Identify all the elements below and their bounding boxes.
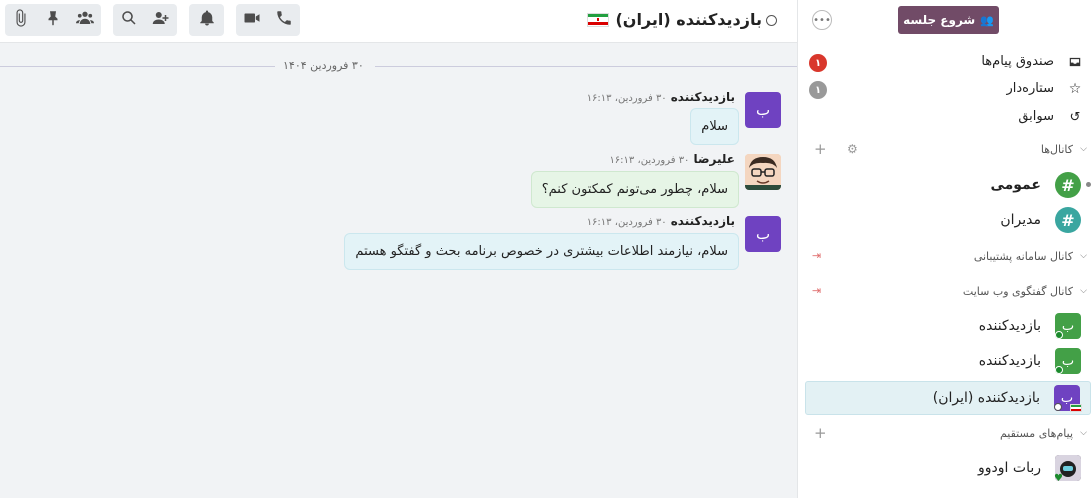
call-button-group	[236, 4, 300, 36]
category-label: کانال گفتگوی وب سایت	[962, 285, 1073, 298]
livechat-item-active[interactable]: ب بازدیدکننده (ایران)	[805, 381, 1091, 415]
category-label: کانال سامانه پشتیبانی	[973, 250, 1073, 263]
iran-flag-icon	[587, 12, 610, 27]
leave-icon[interactable]: ⇥	[812, 249, 821, 262]
start-meeting-button[interactable]: 👥 شروع جلسه	[898, 6, 999, 34]
heart-status-icon: ♥	[1054, 473, 1063, 484]
start-meeting-label: شروع جلسه	[903, 13, 976, 27]
message-author: علیرضا۳۰ فروردین، ۱۶:۱۳	[609, 152, 735, 166]
sidebar: ••• 👥 شروع جلسه صندوق پیام‌ها ۱ ☆ ستاره‌…	[797, 0, 1091, 498]
author-name: بازدیدکننده	[670, 90, 735, 104]
offline-status-icon	[1054, 403, 1062, 411]
notifications-button[interactable]	[189, 4, 224, 36]
gear-icon[interactable]: ⚙	[847, 142, 858, 156]
category-website-chat[interactable]: ⌵ کانال گفتگوی وب سایت ⇥	[797, 284, 1091, 299]
misc-button-group	[5, 4, 101, 36]
channel-hash-icon: #	[1055, 207, 1081, 233]
channel-label: عمومی	[990, 177, 1041, 193]
message: علیرضا۳۰ فروردین، ۱۶:۱۳ سلام، چطور می‌تو…	[181, 152, 781, 212]
unread-counter-badge: ۱	[809, 54, 827, 72]
chat-area: بازدیدکننده (ایران) ۳۰ فروردین ۱۴۰۴ ب با…	[0, 0, 797, 498]
date-separator: ۳۰ فروردین ۱۴۰۴	[0, 59, 797, 72]
leave-icon[interactable]: ⇥	[812, 284, 821, 297]
thread-header: بازدیدکننده (ایران)	[0, 0, 797, 43]
star-icon: ☆	[1068, 81, 1082, 97]
livechat-label: بازدیدکننده	[978, 353, 1041, 369]
online-status-icon	[1055, 331, 1063, 339]
group-icon: 👥	[980, 13, 994, 27]
history-icon: ↺	[1069, 109, 1081, 125]
message: ب بازدیدکننده۳۰ فروردین، ۱۶:۱۳ سلام، نیا…	[181, 214, 781, 274]
date-separator-label: ۳۰ فروردین ۱۴۰۴	[283, 59, 364, 72]
chevron-down-icon: ⌵	[1080, 286, 1087, 296]
livechat-label: بازدیدکننده	[978, 318, 1041, 334]
attachments-icon[interactable]	[12, 9, 30, 31]
starred-counter-badge: ۱	[809, 81, 827, 99]
livechat-label: بازدیدکننده (ایران)	[932, 390, 1040, 406]
unread-dot	[1086, 182, 1091, 187]
category-label: کانال‌ها	[1040, 143, 1073, 156]
agent-avatar	[745, 154, 781, 190]
chevron-down-icon: ⌵	[1080, 428, 1087, 438]
add-users-icon[interactable]	[152, 9, 170, 31]
more-options-icon[interactable]: •••	[812, 10, 832, 30]
pinned-icon[interactable]	[44, 9, 62, 31]
video-call-icon[interactable]	[243, 9, 261, 31]
dm-item-odoobot[interactable]: ♥ ربات اودوو	[797, 452, 1091, 486]
sidebar-item-label: صندوق پیام‌ها	[981, 54, 1054, 69]
message-bubble: سلام، نیازمند اطلاعات بیشتری در خصوص برن…	[344, 233, 739, 270]
message-time: ۳۰ فروردین، ۱۶:۱۳	[609, 155, 690, 166]
inbox-icon	[1067, 54, 1083, 70]
visitor-avatar: ب	[745, 92, 781, 128]
chevron-down-icon: ⌵	[1080, 144, 1087, 154]
thread-title-text: بازدیدکننده (ایران)	[615, 10, 762, 29]
sidebar-item-label: سوابق	[1018, 109, 1054, 124]
channel-label: مدیران	[1000, 212, 1041, 228]
online-status-icon	[1055, 366, 1063, 374]
visitor-avatar: ب	[745, 216, 781, 252]
search-icon[interactable]	[120, 9, 138, 31]
thread-title[interactable]: بازدیدکننده (ایران)	[587, 10, 762, 29]
message-time: ۳۰ فروردین، ۱۶:۱۳	[586, 93, 667, 104]
livechat-item[interactable]: ب بازدیدکننده	[797, 345, 1091, 379]
author-name: علیرضا	[693, 152, 735, 166]
message-text: سلام، چطور می‌تونم کمکتون کنم؟	[541, 182, 728, 197]
category-direct-messages[interactable]: ⌵ پیام‌های مستقیم +	[797, 424, 1091, 442]
category-channels[interactable]: ⌵ کانال‌ها ⚙ +	[797, 140, 1091, 158]
add-chat-icon[interactable]: +	[814, 424, 827, 442]
dm-label: ربات اودوو	[978, 460, 1041, 476]
members-icon[interactable]	[76, 9, 94, 31]
message-author: بازدیدکننده۳۰ فروردین، ۱۶:۱۳	[587, 214, 735, 228]
search-button-group	[113, 4, 177, 36]
status-icon	[766, 15, 777, 26]
category-label: پیام‌های مستقیم	[999, 427, 1073, 440]
category-support[interactable]: ⌵ کانال سامانه پشتیبانی ⇥	[797, 249, 1091, 264]
message-author: بازدیدکننده۳۰ فروردین، ۱۶:۱۳	[587, 90, 735, 104]
add-channel-icon[interactable]: +	[814, 140, 827, 158]
author-name: بازدیدکننده	[670, 214, 735, 228]
message-text: سلام، نیازمند اطلاعات بیشتری در خصوص برن…	[355, 244, 728, 259]
channel-hash-icon: #	[1055, 172, 1081, 198]
notifications-icon	[198, 9, 216, 31]
message: ب بازدیدکننده۳۰ فروردین، ۱۶:۱۳ سلام	[181, 90, 781, 150]
chevron-down-icon: ⌵	[1080, 251, 1087, 261]
message-text: سلام	[701, 119, 728, 134]
channel-managers[interactable]: # مدیران	[797, 204, 1091, 238]
message-bubble: سلام	[690, 108, 739, 145]
sidebar-item-history[interactable]: ↺ سوابق	[797, 109, 1091, 127]
message-time: ۳۰ فروردین، ۱۶:۱۳	[586, 217, 667, 228]
phone-call-icon[interactable]	[275, 9, 293, 31]
sidebar-item-inbox[interactable]: صندوق پیام‌ها ۱	[797, 54, 1091, 72]
sidebar-item-label: ستاره‌دار	[1006, 81, 1054, 96]
message-bubble: سلام، چطور می‌تونم کمکتون کنم؟	[530, 171, 739, 208]
sidebar-item-starred[interactable]: ☆ ستاره‌دار ۱	[797, 81, 1091, 99]
channel-general[interactable]: # عمومی	[797, 169, 1091, 203]
livechat-item[interactable]: ب بازدیدکننده	[797, 310, 1091, 344]
iran-flag-icon	[1070, 404, 1082, 412]
